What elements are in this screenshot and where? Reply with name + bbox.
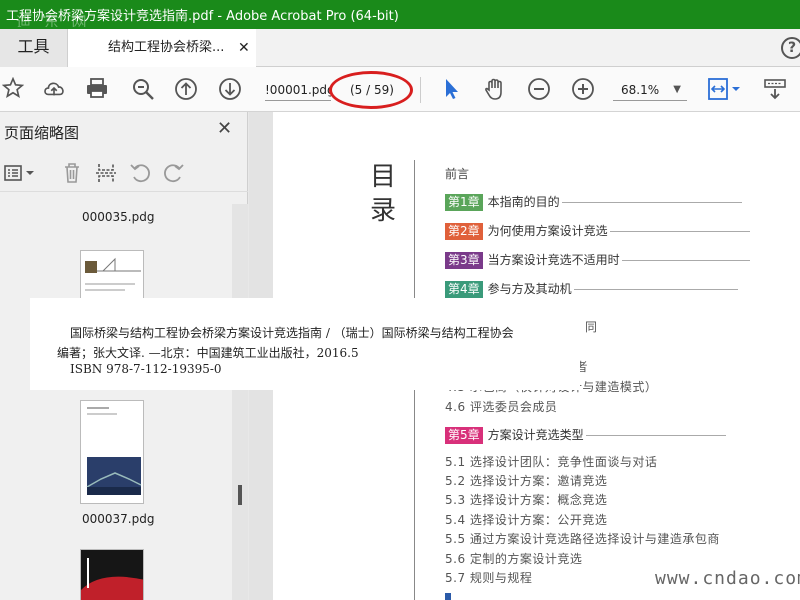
leader-line <box>609 231 750 232</box>
fit-page-icon[interactable] <box>706 77 742 103</box>
chapter-title: 本指南的目的 <box>487 195 560 209</box>
page-number-input[interactable]: !00001.pdg <box>265 79 331 101</box>
scrollbar-thumb[interactable] <box>238 485 242 505</box>
select-cursor-icon[interactable] <box>438 77 464 103</box>
rotate-right-icon[interactable] <box>163 162 185 189</box>
page-thumbnail[interactable] <box>80 250 144 302</box>
cloud-upload-icon[interactable] <box>41 77 67 103</box>
contents-heading: 目 录 <box>370 160 400 228</box>
contents-char-1: 目 <box>370 162 397 192</box>
toc-chapter: 第5章 方案设计竞选类型 <box>445 426 726 444</box>
thumbnail-list: 000035.pdg 000037.pdg <box>0 204 232 600</box>
tab-bar: 工具 结构工程协会桥梁... ✕ ? <box>0 29 800 67</box>
page-thumbnail[interactable] <box>80 549 144 600</box>
toc-section: 5.7 规则与规程 <box>445 571 533 585</box>
cip-info-overlay: 国际桥梁与结构工程协会桥梁方案设计竞选指南 / （瑞士）国际桥梁与结构工程协会 … <box>30 298 580 390</box>
zoom-level-value: 68.1% <box>621 83 660 97</box>
toc-chapter: 第2章 为何使用方案设计竞选 <box>445 222 750 240</box>
toc-chapter: 第4章 参与方及其动机 <box>445 280 738 298</box>
tab-document[interactable]: 结构工程协会桥梁... ✕ <box>68 29 256 67</box>
toc-chapter: 第1章 本指南的目的 <box>445 193 742 211</box>
toc-section: 5.1 选择设计团队：竞争性面谈与对话 <box>445 455 658 469</box>
leader-line <box>573 289 738 290</box>
zoom-search-icon[interactable] <box>130 77 156 103</box>
toc-section: 5.5 通过方案设计竞选路径选择设计与建造承包商 <box>445 532 720 546</box>
rotate-left-icon[interactable] <box>129 162 151 189</box>
site-watermark: www.cndao.com <box>655 568 800 589</box>
close-panel-icon[interactable]: ✕ <box>217 118 232 139</box>
chevron-down-icon: ▼ <box>673 84 681 95</box>
help-icon[interactable]: ? <box>781 37 800 59</box>
print-icon[interactable] <box>84 77 110 103</box>
options-menu-icon[interactable] <box>4 164 38 187</box>
leader-line <box>585 435 726 436</box>
close-tab-icon[interactable]: ✕ <box>238 29 250 67</box>
main-toolbar: !00001.pdg (5 / 59) 68.1% ▼ <box>0 67 800 112</box>
panel-toolbar <box>0 156 248 192</box>
trash-icon[interactable] <box>62 162 82 189</box>
chapter-badge: 第3章 <box>445 252 483 269</box>
chapter-badge: 第4章 <box>445 281 483 298</box>
leader-line <box>561 202 742 203</box>
hand-tool-icon[interactable] <box>482 77 508 103</box>
thumbnail-label: 000037.pdg <box>82 512 155 526</box>
chapter-badge: 第1章 <box>445 194 483 211</box>
chapter-badge-partial <box>445 593 451 600</box>
toc-section: 5.4 选择设计方案：公开竞选 <box>445 513 608 527</box>
toc-chapter: 第3章 当方案设计竞选不适用时 <box>445 251 750 269</box>
red-annotation-ellipse <box>329 71 413 109</box>
toc-section: 5.2 选择设计方案：邀请竞选 <box>445 474 608 488</box>
chapter-title: 方案设计竞选类型 <box>487 428 584 442</box>
tab-tools[interactable]: 工具 <box>0 29 68 67</box>
chapter-badge: 第5章 <box>445 427 483 444</box>
keyboard-download-icon[interactable] <box>762 77 788 103</box>
chapter-badge: 第2章 <box>445 223 483 240</box>
thumbnail-scrollbar[interactable] <box>232 204 248 600</box>
toc-section: 5.3 选择设计方案：概念竞选 <box>445 493 608 507</box>
panel-title: 页面缩略图 <box>4 124 80 142</box>
toc-preface: 前言 <box>445 167 470 181</box>
toolbar-divider <box>420 77 421 103</box>
chapter-title: 为何使用方案设计竞选 <box>487 224 608 238</box>
chapter-title: 参与方及其动机 <box>487 282 572 296</box>
page-thumbnail[interactable] <box>80 400 144 504</box>
leader-line <box>621 260 750 261</box>
contents-char-2: 录 <box>370 196 397 226</box>
toc-section: 4.6 评选委员会成员 <box>445 400 558 414</box>
toc-section: 5.6 定制的方案设计竞选 <box>445 552 583 566</box>
cip-isbn-line: ISBN 978-7-112-19395-0 <box>70 362 222 376</box>
window-title-bar: 工程协会桥梁方案设计竞选指南.pdf - Adobe Acrobat Pro (… <box>0 0 800 29</box>
split-page-icon[interactable] <box>95 162 117 189</box>
bookmark-star-icon[interactable] <box>0 76 26 103</box>
next-page-icon[interactable] <box>217 77 243 103</box>
thumbnail-label: 000035.pdg <box>82 210 155 224</box>
toc-section: 同 <box>585 320 598 334</box>
cip-editor-line: 编著；张大文译. —北京：中国建筑工业出版社，2016.5 <box>57 346 359 360</box>
toc-chapter-partial <box>445 592 456 600</box>
zoom-level-select[interactable]: 68.1% ▼ <box>613 79 687 101</box>
chapter-title: 当方案设计竞选不适用时 <box>487 253 620 267</box>
zoom-in-icon[interactable] <box>570 77 596 103</box>
tab-document-label: 结构工程协会桥梁... <box>108 40 225 55</box>
title-watermark: 迪 东 网 <box>16 13 91 29</box>
cip-title-line: 国际桥梁与结构工程协会桥梁方案设计竞选指南 / （瑞士）国际桥梁与结构工程协会 <box>70 326 514 340</box>
zoom-out-icon[interactable] <box>526 77 552 103</box>
previous-page-icon[interactable] <box>173 77 199 103</box>
